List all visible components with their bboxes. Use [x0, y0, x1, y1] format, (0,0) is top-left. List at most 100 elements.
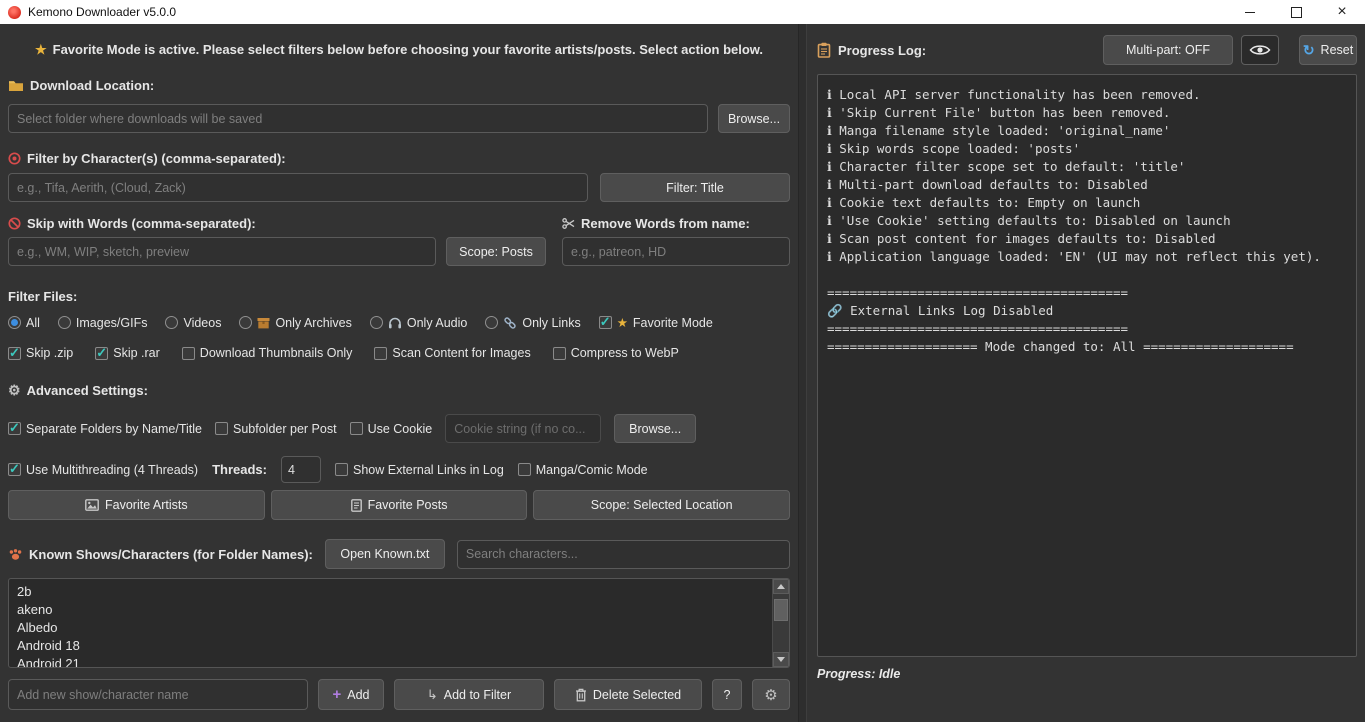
- settings-gear-button[interactable]: ⚙: [752, 679, 790, 710]
- window-title: Kemono Downloader v5.0.0: [28, 5, 176, 19]
- character-filter-input[interactable]: [8, 173, 588, 202]
- skip-rar-checkbox[interactable]: Skip .rar: [95, 346, 160, 360]
- browse-download-button[interactable]: Browse...: [718, 104, 790, 133]
- list-item[interactable]: 2b: [9, 583, 789, 601]
- log-line: ℹ 'Skip Current File' button has been re…: [827, 104, 1347, 122]
- favorite-posts-button[interactable]: Favorite Posts: [271, 490, 528, 520]
- add-character-input[interactable]: [8, 679, 308, 710]
- checkbox-box: [182, 347, 195, 360]
- log-line: ℹ Application language loaded: 'EN' (UI …: [827, 248, 1347, 266]
- log-line: ========================================: [827, 320, 1347, 338]
- multithreading-checkbox[interactable]: Use Multithreading (4 Threads): [8, 463, 198, 477]
- minimize-button[interactable]: [1227, 0, 1273, 24]
- arrow-branch-icon: ↳: [427, 688, 438, 701]
- list-item[interactable]: Android 18: [9, 637, 789, 655]
- skip-zip-checkbox[interactable]: Skip .zip: [8, 346, 73, 360]
- paw-icon: [8, 548, 23, 561]
- open-known-txt-button[interactable]: Open Known.txt: [325, 539, 445, 569]
- radio-only-archives[interactable]: Only Archives: [239, 316, 351, 330]
- checkbox-box: [8, 422, 21, 435]
- log-line: ========================================: [827, 284, 1347, 302]
- reset-button[interactable]: ↻ Reset: [1299, 35, 1357, 65]
- radio-videos[interactable]: Videos: [165, 316, 221, 330]
- cookie-string-input[interactable]: [445, 414, 601, 443]
- compress-webp-checkbox[interactable]: Compress to WebP: [553, 346, 679, 360]
- remove-words-label: Remove Words from name:: [562, 216, 790, 231]
- radio-circle: [58, 316, 71, 329]
- radio-label: Only Links: [522, 316, 580, 330]
- known-characters-list[interactable]: 2b akeno Albedo Android 18 Android 21: [8, 578, 790, 668]
- use-cookie-checkbox[interactable]: Use Cookie: [350, 422, 433, 436]
- reset-icon: ↻: [1303, 42, 1315, 59]
- log-panel: Progress Log: Multi-part: OFF ↻ Reset ℹ …: [807, 24, 1365, 722]
- radio-images-gifs[interactable]: Images/GIFs: [58, 316, 148, 330]
- add-to-filter-button[interactable]: ↳ Add to Filter: [394, 679, 544, 710]
- checkbox-label: Skip .zip: [26, 346, 73, 360]
- radio-label: Only Audio: [407, 316, 467, 330]
- checkbox-box: [335, 463, 348, 476]
- list-item[interactable]: Albedo: [9, 619, 789, 637]
- character-filter-scope-button[interactable]: Filter: Title: [600, 173, 790, 202]
- radio-circle: [239, 316, 252, 329]
- list-scrollbar[interactable]: [772, 579, 789, 667]
- scissors-icon: [562, 217, 575, 230]
- show-external-links-checkbox[interactable]: Show External Links in Log: [335, 463, 504, 477]
- favorite-artists-button[interactable]: Favorite Artists: [8, 490, 265, 520]
- delete-selected-button[interactable]: Delete Selected: [554, 679, 702, 710]
- download-thumbnails-checkbox[interactable]: Download Thumbnails Only: [182, 346, 353, 360]
- checkbox-label: Use Multithreading (4 Threads): [26, 463, 198, 477]
- skip-scope-button[interactable]: Scope: Posts: [446, 237, 546, 266]
- progress-log[interactable]: ℹ Local API server functionality has bee…: [817, 74, 1357, 657]
- manga-mode-checkbox[interactable]: Manga/Comic Mode: [518, 463, 648, 477]
- link-icon: [503, 316, 517, 330]
- document-icon: [351, 499, 362, 512]
- radio-label: All: [26, 316, 40, 330]
- gear-icon: ⚙: [764, 686, 777, 704]
- radio-only-audio[interactable]: Only Audio: [370, 316, 467, 330]
- scrollbar-thumb[interactable]: [774, 599, 788, 621]
- minimize-icon: [1245, 12, 1255, 13]
- browse-cookie-button[interactable]: Browse...: [614, 414, 696, 443]
- search-characters-input[interactable]: [457, 540, 790, 569]
- external-links-eye-button[interactable]: [1241, 35, 1279, 65]
- download-location-input[interactable]: [8, 104, 708, 133]
- maximize-icon: [1291, 7, 1302, 18]
- scrollbar-track[interactable]: [773, 594, 789, 652]
- arrow-up-icon: [777, 584, 785, 589]
- list-item[interactable]: Android 21: [9, 655, 789, 668]
- log-line: ℹ Cookie text defaults to: Empty on laun…: [827, 194, 1347, 212]
- main-area: ★Favorite Mode is active. Please select …: [0, 24, 1365, 722]
- radio-all[interactable]: All: [8, 316, 40, 330]
- panel-splitter[interactable]: [798, 24, 807, 722]
- scroll-up-button[interactable]: [773, 579, 789, 594]
- radio-circle: [8, 316, 21, 329]
- maximize-button[interactable]: [1273, 0, 1319, 24]
- threads-input[interactable]: [281, 456, 321, 483]
- checkbox-box: [518, 463, 531, 476]
- trash-icon: [575, 688, 587, 702]
- scroll-down-button[interactable]: [773, 652, 789, 667]
- log-line: [827, 266, 1347, 284]
- progress-log-title: Progress Log:: [838, 43, 926, 58]
- skip-words-label: Skip with Words (comma-separated):: [8, 216, 562, 231]
- list-item[interactable]: akeno: [9, 601, 789, 619]
- scan-content-checkbox[interactable]: Scan Content for Images: [374, 346, 530, 360]
- favorite-mode-checkbox[interactable]: ★ Favorite Mode: [599, 315, 713, 330]
- radio-label: Videos: [183, 316, 221, 330]
- add-button[interactable]: + Add: [318, 679, 384, 710]
- help-button[interactable]: ?: [712, 679, 742, 710]
- list-items: 2b akeno Albedo Android 18 Android 21: [9, 579, 789, 668]
- radio-only-links[interactable]: Only Links: [485, 316, 580, 330]
- subfolder-per-post-checkbox[interactable]: Subfolder per Post: [215, 422, 337, 436]
- separate-folders-checkbox[interactable]: Separate Folders by Name/Title: [8, 422, 202, 436]
- download-location-label: Download Location:: [8, 78, 790, 93]
- radio-circle: [165, 316, 178, 329]
- scope-selected-location-button[interactable]: Scope: Selected Location: [533, 490, 790, 520]
- remove-words-input[interactable]: [562, 237, 790, 266]
- skip-words-input[interactable]: [8, 237, 436, 266]
- log-line: ℹ Local API server functionality has bee…: [827, 86, 1347, 104]
- close-button[interactable]: ×: [1319, 0, 1365, 24]
- multipart-toggle-button[interactable]: Multi-part: OFF: [1103, 35, 1233, 65]
- favorite-mode-banner: ★Favorite Mode is active. Please select …: [8, 42, 790, 58]
- folder-icon: [8, 79, 24, 92]
